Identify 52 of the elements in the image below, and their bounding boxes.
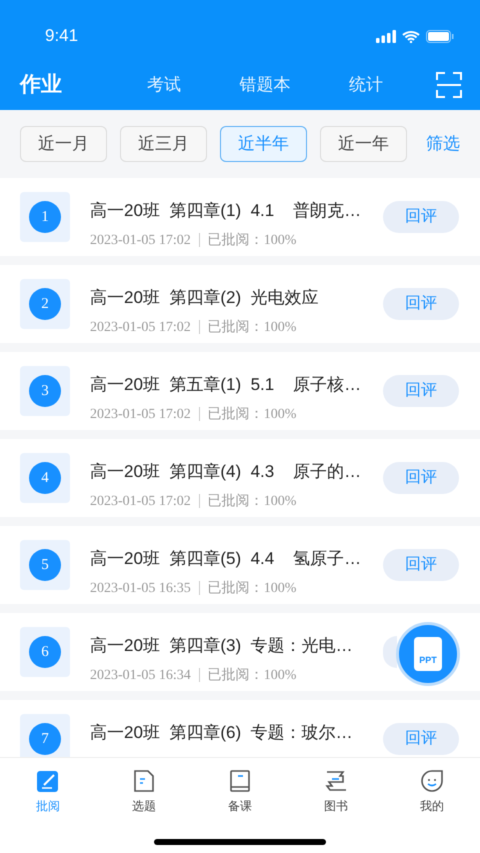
- assignment-card[interactable]: 3 高一20班 第五章(1) 5.1 原子核… 2023-01-05 17:02 已批阅：100% 回评: [0, 352, 480, 430]
- date-text: 2023-01-05 17:02: [90, 492, 191, 510]
- date-text: 2023-01-05 17:02: [90, 232, 191, 250]
- status-time: 9:41: [45, 25, 78, 48]
- document-icon: [131, 768, 157, 794]
- tab-bar-item[interactable]: 选题: [96, 768, 192, 815]
- filter-chip[interactable]: 近一月: [20, 126, 107, 162]
- assignment-title: 高一20班 第五章(1) 5.1 原子核…: [90, 374, 362, 396]
- number-badge: 3: [29, 375, 61, 407]
- number-badge: 1: [29, 201, 61, 233]
- page-title: 作业: [20, 72, 63, 98]
- tab-bar-item[interactable]: 我的: [384, 768, 480, 815]
- review-status: 已批阅：100%: [208, 492, 296, 510]
- assignment-card[interactable]: 7 高一20班 第四章(6) 专题：玻尔… 回评: [0, 700, 480, 757]
- review-status: 已批阅：100%: [208, 406, 296, 424]
- assignment-title: 高一20班 第四章(2) 光电效应: [90, 287, 320, 309]
- number-badge: 5: [29, 549, 61, 581]
- review-status: 已批阅：100%: [208, 318, 296, 336]
- pencil-icon: [35, 768, 61, 794]
- assignment-title: 高一20班 第四章(4) 4.3 原子的…: [90, 461, 362, 483]
- button-edge: [383, 636, 397, 668]
- date-text: 2023-01-05 16:34: [90, 666, 191, 684]
- tab-bar-item[interactable]: 备课: [192, 768, 288, 815]
- assignment-title: 高一20班 第四章(6) 专题：玻尔…: [90, 722, 354, 744]
- number-badge: 6: [29, 636, 61, 668]
- date-text: 2023-01-05 17:02: [90, 318, 191, 336]
- review-status: 已批阅：100%: [208, 232, 296, 250]
- smiley-icon: [419, 768, 445, 794]
- books-icon: [323, 768, 349, 794]
- assignment-card[interactable]: 2 高一20班 第四章(2) 光电效应 2023-01-05 17:02 已批阅：100% 回评: [0, 265, 480, 343]
- ppt-file-icon: PPT: [414, 637, 442, 671]
- assignment-title: 高一20班 第四章(1) 4.1 普朗克…: [90, 200, 362, 222]
- tab-bar-item[interactable]: 图书: [288, 768, 384, 815]
- signal-icon: [376, 30, 396, 42]
- assignment-card[interactable]: 5 高一20班 第四章(5) 4.4 氢原子… 2023-01-05 16:35 已批阅：100% 回评: [0, 526, 480, 604]
- review-status: 已批阅：100%: [208, 666, 296, 684]
- assignment-card[interactable]: 4 高一20班 第四章(4) 4.3 原子的… 2023-01-05 17:02 已批阅：100% 回评: [0, 439, 480, 517]
- number-badge: 7: [29, 723, 61, 755]
- number-badge: 4: [29, 462, 61, 494]
- assignment-card[interactable]: 1 高一20班 第四章(1) 4.1 普朗克… 2023-01-05 17:02 已批阅：100% 回评: [0, 178, 480, 256]
- scan-icon[interactable]: [436, 72, 462, 98]
- number-badge: 2: [29, 288, 61, 320]
- battery-icon: [426, 30, 454, 42]
- review-status: 已批阅：100%: [208, 580, 296, 598]
- date-text: 2023-01-05 16:35: [90, 580, 191, 598]
- date-text: 2023-01-05 17:02: [90, 406, 191, 424]
- filter-chip[interactable]: 近三月: [120, 126, 207, 162]
- book-icon: [227, 768, 253, 794]
- assignment-title: 高一20班 第四章(5) 4.4 氢原子…: [90, 548, 362, 570]
- assignment-title: 高一20班 第四章(3) 专题：光电…: [90, 635, 354, 657]
- wifi-icon: [402, 30, 420, 42]
- filter-chip[interactable]: 近一年: [320, 126, 407, 162]
